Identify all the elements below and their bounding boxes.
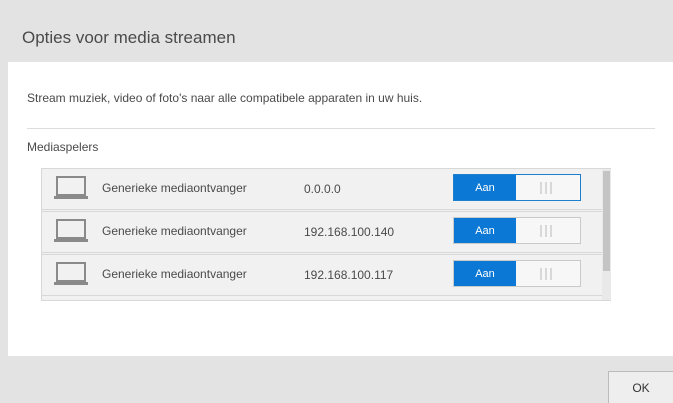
device-ip: 192.168.100.117 xyxy=(304,268,394,282)
toggle-on-label: Aan xyxy=(454,218,516,243)
device-name: Generieke mediaontvanger xyxy=(102,224,247,238)
media-player-row: Generieke mediaontvanger 192.168.100.117… xyxy=(42,254,602,296)
toggle-on-label: Aan xyxy=(454,175,516,200)
divider xyxy=(27,128,655,129)
grip-lines-icon xyxy=(540,225,552,237)
device-name: Generieke mediaontvanger xyxy=(102,267,247,281)
media-player-list[interactable]: Generieke mediaontvanger 0.0.0.0 Aan Gen… xyxy=(41,168,611,301)
media-player-row: Generieke mediaontvanger 192.168.100.140… xyxy=(42,211,602,253)
dialog-panel: Stream muziek, video of foto's naar alle… xyxy=(8,62,673,356)
description-text: Stream muziek, video of foto's naar alle… xyxy=(27,91,423,105)
dialog-title: Opties voor media streamen xyxy=(22,28,236,47)
laptop-icon xyxy=(54,262,88,285)
enable-toggle[interactable]: Aan xyxy=(453,260,581,287)
scrollbar-thumb[interactable] xyxy=(603,171,610,271)
grip-lines-icon xyxy=(540,182,552,194)
device-ip: 192.168.100.140 xyxy=(304,225,395,239)
device-name: Generieke mediaontvanger xyxy=(102,181,247,195)
enable-toggle[interactable]: Aan xyxy=(453,217,581,244)
device-ip: 0.0.0.0 xyxy=(304,182,341,196)
media-player-row: Generieke mediaontvanger 0.0.0.0 Aan xyxy=(42,169,602,210)
scrollbar[interactable] xyxy=(602,169,611,300)
toggle-on-label: Aan xyxy=(454,261,516,286)
laptop-icon xyxy=(54,176,88,199)
grip-lines-icon xyxy=(540,268,552,280)
section-label: Mediaspelers xyxy=(27,140,99,154)
laptop-icon xyxy=(54,219,88,242)
enable-toggle[interactable]: Aan xyxy=(453,174,581,201)
ok-button[interactable]: OK xyxy=(608,371,673,403)
